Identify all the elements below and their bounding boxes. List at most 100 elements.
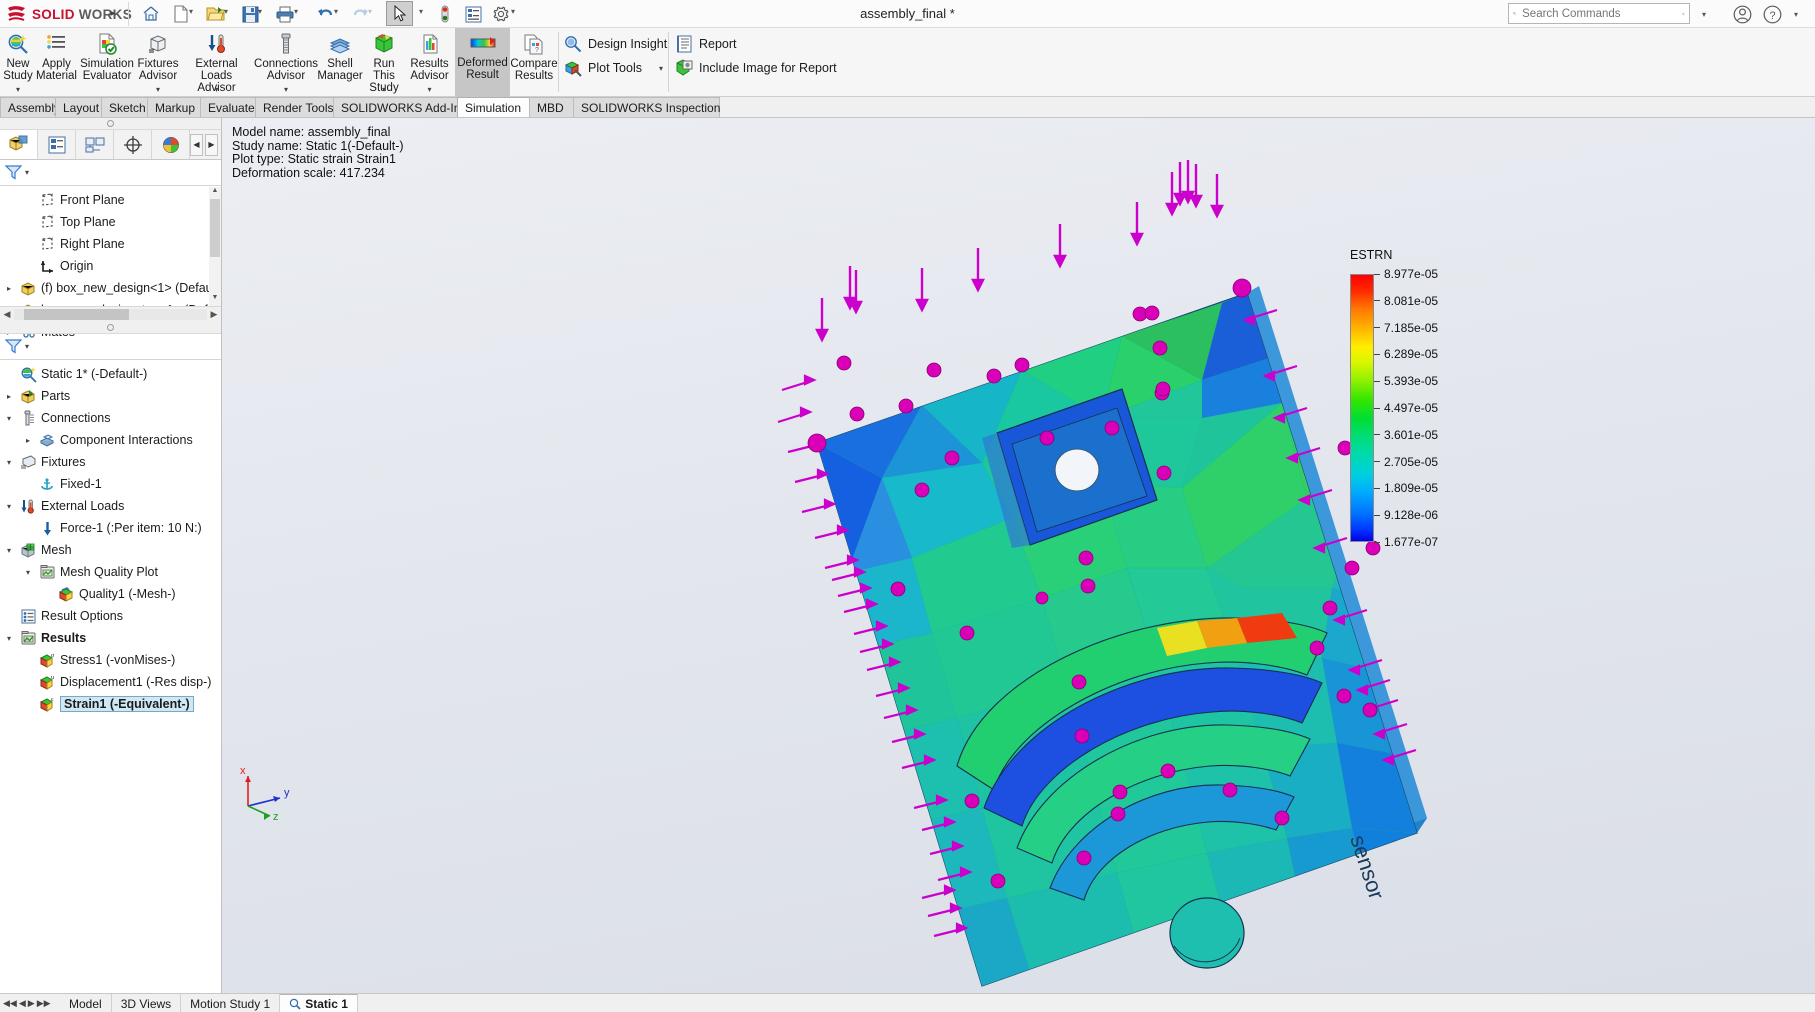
ribbon-new-study-caret[interactable]: ▾: [16, 84, 20, 96]
tab-assembly[interactable]: Assembly: [0, 97, 60, 118]
study-item-results[interactable]: ▾ Results: [0, 627, 221, 649]
tree-item-origin[interactable]: Origin: [0, 255, 221, 277]
tree-item-box-new-design[interactable]: ▸ (f) box_new_design<1> (Defaul: [0, 277, 221, 299]
tab-markup[interactable]: Markup: [147, 97, 202, 118]
ribbon-results-advisor-caret[interactable]: ▾: [427, 84, 431, 96]
bottom-tab-3d-views[interactable]: 3D Views: [112, 994, 182, 1012]
tree-tab-prev[interactable]: ◀: [190, 133, 203, 156]
tree-item-right-plane[interactable]: Right Plane: [0, 233, 221, 255]
study-item-fixed-1[interactable]: Fixed-1: [0, 473, 221, 495]
ribbon-compare-results[interactable]: ? Compare Results: [510, 29, 558, 95]
search-commands-box[interactable]: [1508, 3, 1690, 24]
ribbon-results-advisor[interactable]: Results Advisor ▾: [406, 29, 453, 95]
feature-panel-grip[interactable]: [0, 118, 221, 130]
tree-expander[interactable]: ▾: [2, 502, 16, 511]
tree-item-front-plane[interactable]: Front Plane: [0, 189, 221, 211]
next-tab-icon[interactable]: ▶: [28, 998, 35, 1009]
study-item-strain1[interactable]: ε Strain1 (-Equivalent-): [0, 693, 221, 715]
menu-expand-arrow[interactable]: ▸: [106, 6, 120, 22]
tab-layout[interactable]: Layout: [55, 97, 103, 118]
ribbon-external-loads-advisor-caret[interactable]: ▾: [214, 84, 218, 96]
dimxpert-manager-tab[interactable]: [114, 130, 152, 159]
last-tab-icon[interactable]: ▶▶: [37, 998, 51, 1009]
tree-expander[interactable]: ▸: [2, 392, 16, 401]
display-manager-tab[interactable]: [152, 130, 190, 159]
search-dropdown-caret[interactable]: ▾: [1693, 3, 1715, 25]
property-manager-tab[interactable]: [38, 130, 76, 159]
study-item-parts[interactable]: ▸ Parts: [0, 385, 221, 407]
study-filter-bar[interactable]: ▾: [0, 334, 221, 360]
open-caret[interactable]: ▾: [221, 7, 231, 21]
ribbon-include-image-for-report[interactable]: Include Image for Report: [674, 57, 837, 79]
gear-caret[interactable]: ▾: [508, 7, 518, 21]
options-list-icon[interactable]: [460, 2, 486, 26]
filter-caret[interactable]: ▾: [25, 168, 29, 177]
graphics-viewport[interactable]: Model name: assembly_final Study name: S…: [222, 118, 1815, 993]
tree-expander[interactable]: ▾: [2, 414, 16, 423]
ribbon-run-this-study-caret[interactable]: ▾: [382, 84, 386, 96]
bottom-tab-model[interactable]: Model: [60, 994, 112, 1012]
save-caret[interactable]: ▾: [255, 7, 265, 21]
tab-render-tools[interactable]: Render Tools: [255, 97, 335, 118]
undo-caret[interactable]: ▾: [331, 7, 341, 21]
ribbon-new-study[interactable]: New Study ▾: [0, 29, 36, 95]
select-cursor-icon[interactable]: [386, 1, 413, 26]
tab-simulation[interactable]: Simulation: [457, 97, 531, 118]
ribbon-apply-material[interactable]: Apply Material: [36, 29, 77, 95]
study-item-quality1[interactable]: Quality1 (-Mesh-): [0, 583, 221, 605]
ribbon-plot-tools-caret[interactable]: ▾: [659, 64, 663, 73]
tree-expander[interactable]: ▾: [2, 458, 16, 467]
search-input[interactable]: [1520, 6, 1679, 21]
study-item-mesh-quality-plot[interactable]: ▾ Mesh Quality Plot: [0, 561, 221, 583]
ribbon-connections-advisor-caret[interactable]: ▾: [284, 84, 288, 96]
prev-tab-icon[interactable]: ◀: [19, 998, 26, 1009]
help-icon[interactable]: ?: [1761, 3, 1783, 25]
print-caret[interactable]: ▾: [291, 7, 301, 21]
ribbon-shell-manager[interactable]: Shell Manager: [317, 29, 363, 95]
first-tab-icon[interactable]: ◀◀: [3, 998, 17, 1009]
new-document-caret[interactable]: ▾: [186, 7, 196, 21]
tree-expander[interactable]: ▸: [2, 284, 16, 293]
study-item-external-loads[interactable]: ▾ External Loads: [0, 495, 221, 517]
tree-tab-next[interactable]: ▶: [205, 133, 218, 156]
home-icon[interactable]: [138, 2, 164, 26]
ribbon-deformed-result[interactable]: Deformed Result: [455, 28, 510, 97]
ribbon-fixtures-advisor[interactable]: Fixtures Advisor ▾: [137, 29, 179, 95]
bottom-tab-motion-study-1[interactable]: Motion Study 1: [181, 994, 281, 1012]
ribbon-plot-tools[interactable]: Plot Tools ▾: [563, 57, 663, 79]
study-item-connections[interactable]: ▾ Connections: [0, 407, 221, 429]
study-item-stress1[interactable]: σ Stress1 (-vonMises-): [0, 649, 221, 671]
bottom-tab-static-1[interactable]: Static 1: [280, 994, 358, 1012]
tab-sketch[interactable]: Sketch: [101, 97, 149, 118]
study-item-component-interactions[interactable]: ▸ Component Interactions: [0, 429, 221, 451]
ribbon-report[interactable]: Report: [674, 33, 737, 55]
study-filter-caret[interactable]: ▾: [25, 342, 29, 351]
ribbon-external-loads-advisor[interactable]: External Loads Advisor ▾: [179, 29, 254, 95]
fea-model-render[interactable]: sensor: [222, 118, 1815, 993]
tree-expander[interactable]: ▾: [2, 634, 16, 643]
feature-filter-bar[interactable]: ▾: [0, 160, 221, 186]
tab-solidworks-inspection[interactable]: SOLIDWORKS Inspection: [573, 97, 720, 118]
ribbon-simulation-evaluator[interactable]: Simulation Evaluator: [77, 29, 137, 95]
window-caret-icon[interactable]: ▾: [1785, 3, 1807, 25]
tab-solidworks-add-ins[interactable]: SOLIDWORKS Add-Ins: [333, 97, 466, 118]
tab-mbd[interactable]: MBD: [529, 97, 575, 118]
ribbon-design-insight[interactable]: Design Insight: [563, 33, 667, 55]
feature-tree-vscrollbar[interactable]: ▲ ▼: [209, 187, 221, 306]
study-item-force-1[interactable]: Force-1 (:Per item: 10 N:): [0, 517, 221, 539]
tree-expander[interactable]: ▾: [2, 546, 16, 555]
tree-item-top-plane[interactable]: Top Plane: [0, 211, 221, 233]
ribbon-run-this-study[interactable]: Run This Study ▾: [362, 29, 406, 95]
tree-expander[interactable]: ▾: [21, 568, 35, 577]
ribbon-connections-advisor[interactable]: Connections Advisor ▾: [254, 29, 318, 95]
tab-evaluate[interactable]: Evaluate: [200, 97, 257, 118]
account-icon[interactable]: [1731, 3, 1753, 25]
ribbon-fixtures-advisor-caret[interactable]: ▾: [156, 84, 160, 96]
select-caret[interactable]: ▾: [416, 7, 426, 21]
study-item-result-options[interactable]: Result Options: [0, 605, 221, 627]
study-item-static1[interactable]: Static 1* (-Default-): [0, 363, 221, 385]
feature-tree-hscrollbar[interactable]: ◀ ▶: [0, 306, 221, 322]
rebuild-icon[interactable]: [432, 2, 458, 26]
study-item-displacement1[interactable]: u Displacement1 (-Res disp-): [0, 671, 221, 693]
study-item-fixtures[interactable]: ▾ Fixtures: [0, 451, 221, 473]
